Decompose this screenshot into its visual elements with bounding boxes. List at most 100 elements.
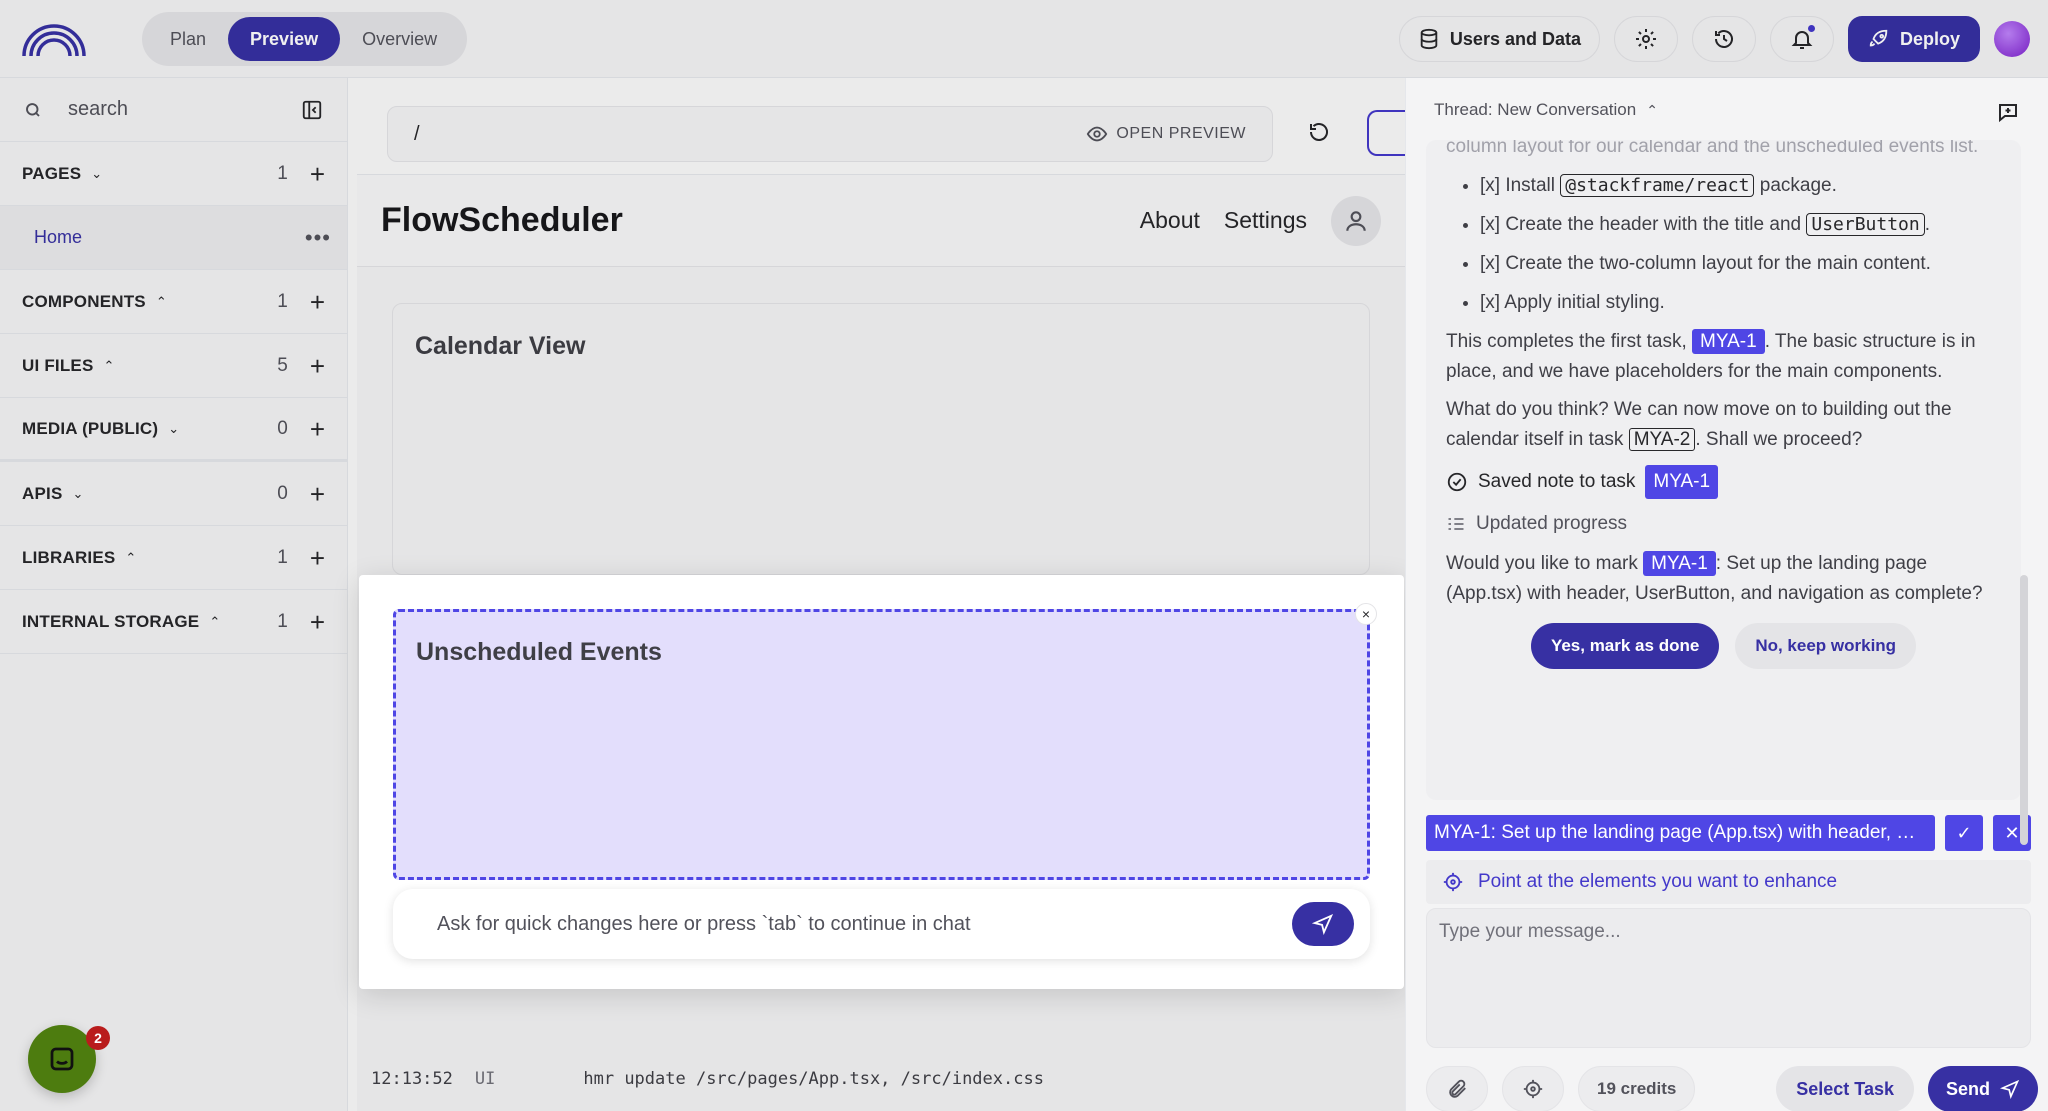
- list-item-text: package.: [1754, 175, 1837, 196]
- task-chip[interactable]: MYA-1: [1645, 465, 1719, 499]
- attach-button[interactable]: [1426, 1066, 1488, 1111]
- user-icon: [1346, 210, 1366, 231]
- confirm-task-button[interactable]: ✓: [1945, 815, 1983, 851]
- sidebar-search[interactable]: search: [0, 78, 347, 142]
- add-library-icon[interactable]: +: [310, 545, 325, 571]
- close-icon[interactable]: ×: [1355, 603, 1377, 625]
- new-chat-icon[interactable]: [1996, 100, 2020, 124]
- section-components[interactable]: COMPONENTS ⌃ 1 +: [0, 270, 347, 334]
- list-item: [x] Install @stackframe/react package.: [1480, 171, 2001, 201]
- notifications-button[interactable]: [1769, 16, 1834, 62]
- section-count: 0: [277, 417, 288, 439]
- list-item: [x] Create the header with the title and…: [1480, 210, 2001, 240]
- code-snippet: UserButton: [1806, 213, 1925, 236]
- user-avatar[interactable]: [1994, 21, 2030, 57]
- section-apis[interactable]: APIS ⌄ 0 +: [0, 462, 347, 526]
- section-count: 1: [277, 610, 288, 632]
- chevron-down-icon: ⌄: [91, 165, 103, 181]
- section-count: 1: [277, 290, 288, 312]
- message-paragraph: Would you like to mark MYA-1: Set up the…: [1446, 549, 2001, 609]
- quick-edit-modal: Unscheduled Events ×: [359, 575, 1404, 989]
- search-icon: [26, 102, 40, 117]
- section-label: MEDIA (PUBLIC): [22, 418, 159, 438]
- users-and-data-button[interactable]: Users and Data: [1398, 16, 1600, 62]
- settings-button[interactable]: [1613, 16, 1678, 62]
- send-icon: [1312, 913, 1334, 935]
- list-item-text: [x] Install: [1480, 175, 1561, 196]
- list-item-text: [x] Apply initial styling.: [1480, 292, 1665, 313]
- crosshair-icon: [1523, 1079, 1543, 1099]
- reload-icon[interactable]: [1307, 120, 1331, 144]
- preview-path: /: [414, 122, 420, 145]
- add-media-icon[interactable]: +: [310, 416, 325, 442]
- deploy-button[interactable]: Deploy: [1847, 16, 1980, 62]
- task-chip[interactable]: MYA-1: [1692, 329, 1765, 354]
- tab-preview[interactable]: Preview: [228, 17, 341, 61]
- add-component-icon[interactable]: +: [310, 289, 325, 315]
- preview-url-bar[interactable]: / OPEN PREVIEW: [387, 106, 1273, 162]
- task-chip[interactable]: MYA-1: [1643, 551, 1716, 576]
- collapse-sidebar-icon[interactable]: [301, 99, 323, 121]
- list-item-text: [x] Create the two-column layout for the…: [1480, 253, 1931, 274]
- user-button[interactable]: [1331, 195, 1381, 246]
- quick-change-input[interactable]: [437, 912, 1292, 936]
- nav-settings[interactable]: Settings: [1224, 207, 1307, 234]
- section-label: PAGES: [22, 163, 82, 183]
- point-label: Point at the elements you want to enhanc…: [1478, 871, 1838, 892]
- selected-task-chip[interactable]: MYA-1: Set up the landing page (App.tsx)…: [1426, 815, 1935, 851]
- point-at-elements-bar[interactable]: Point at the elements you want to enhanc…: [1426, 860, 2031, 904]
- add-storage-icon[interactable]: +: [310, 609, 325, 635]
- calendar-view-card: Calendar View: [392, 303, 1370, 575]
- app-logo-icon[interactable]: [20, 18, 88, 58]
- view-switcher: Plan Preview Overview: [142, 12, 467, 66]
- quick-change-bar: [393, 889, 1370, 959]
- list-item-text: .: [1924, 214, 1931, 235]
- chat-scrollbar[interactable]: [2020, 575, 2028, 845]
- task-chip[interactable]: MYA-2: [1628, 428, 1696, 451]
- section-ui-files[interactable]: UI FILES ⌃ 5 +: [0, 334, 347, 398]
- send-button[interactable]: Send: [1927, 1066, 2038, 1111]
- message-text: . Shall we proceed?: [1695, 429, 1863, 450]
- add-api-icon[interactable]: +: [310, 481, 325, 507]
- quick-send-button[interactable]: [1292, 902, 1354, 946]
- add-ui-file-icon[interactable]: +: [310, 353, 325, 379]
- nav-about[interactable]: About: [1140, 207, 1200, 234]
- keep-working-button[interactable]: No, keep working: [1735, 623, 1917, 669]
- search-input[interactable]: search: [68, 98, 275, 121]
- unscheduled-events-card[interactable]: Unscheduled Events: [393, 609, 1370, 880]
- chat-bubble-icon: [50, 1047, 74, 1071]
- confirm-actions: Yes, mark as done No, keep working: [1446, 623, 2001, 669]
- list-item: [x] Create the two-column layout for the…: [1480, 249, 2001, 279]
- thread-selector[interactable]: Thread: New Conversation ⌃: [1434, 100, 1658, 120]
- rocket-icon: [1869, 29, 1888, 47]
- tab-plan[interactable]: Plan: [148, 17, 228, 61]
- sidebar-item-home[interactable]: Home •••: [0, 206, 347, 270]
- message-input[interactable]: [1427, 909, 2030, 1047]
- updated-progress-label: Updated progress: [1476, 513, 1628, 534]
- section-count: 1: [277, 546, 288, 568]
- more-options-icon[interactable]: •••: [305, 225, 331, 251]
- help-badge: 2: [86, 1026, 110, 1050]
- sidebar: search PAGES ⌄ 1 + Home ••• COMPONENTS ⌃…: [0, 78, 348, 1111]
- tab-overview[interactable]: Overview: [340, 17, 459, 61]
- message-paragraph: What do you think? We can now move on to…: [1446, 395, 2001, 455]
- history-button[interactable]: [1691, 16, 1756, 62]
- chevron-up-icon: ⌃: [125, 549, 137, 565]
- code-snippet: @stackframe/react: [1560, 174, 1755, 197]
- log-message: hmr update /src/pages/App.tsx, /src/inde…: [583, 1069, 1044, 1089]
- mark-done-button[interactable]: Yes, mark as done: [1530, 623, 1720, 669]
- section-pages[interactable]: PAGES ⌄ 1 +: [0, 142, 347, 206]
- message-paragraph: This completes the first task, MYA-1. Th…: [1446, 327, 2001, 387]
- add-page-icon[interactable]: +: [310, 161, 325, 187]
- chevron-up-icon: ⌃: [155, 293, 167, 309]
- target-button[interactable]: [1502, 1066, 1564, 1111]
- chat-bottom-bar: 19 credits Select Task Send: [1426, 1066, 2038, 1111]
- select-task-button[interactable]: Select Task: [1776, 1066, 1914, 1111]
- section-media-public[interactable]: MEDIA (PUBLIC) ⌄ 0 +: [0, 398, 347, 462]
- open-preview-button[interactable]: OPEN PREVIEW: [1086, 123, 1246, 145]
- section-internal-storage[interactable]: INTERNAL STORAGE ⌃ 1 +: [0, 590, 347, 654]
- deploy-label: Deploy: [1899, 28, 1960, 49]
- unscheduled-events-title: Unscheduled Events: [416, 638, 662, 666]
- database-icon: [1420, 28, 1438, 50]
- section-libraries[interactable]: LIBRARIES ⌃ 1 +: [0, 526, 347, 590]
